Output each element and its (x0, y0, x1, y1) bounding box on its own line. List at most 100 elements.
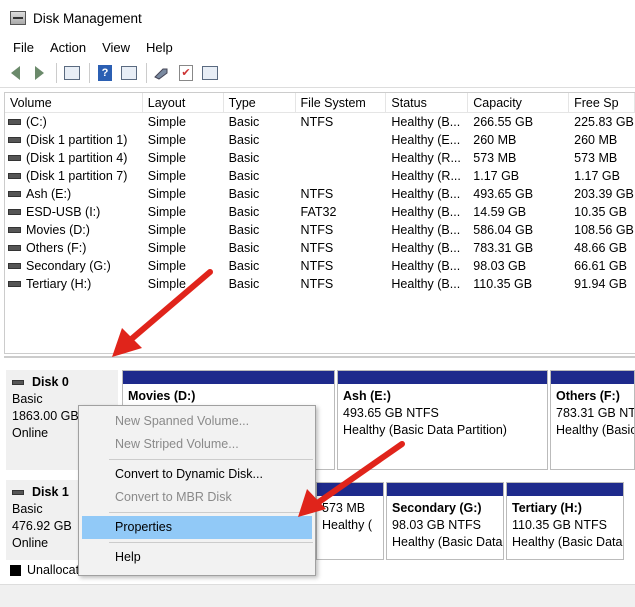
cell-type: Basic (228, 241, 260, 255)
cell-status: Healthy (E... (391, 133, 461, 147)
partition-stripe (387, 483, 503, 496)
cell-file-system: FAT32 (300, 205, 337, 219)
column-volume[interactable]: Volume (5, 93, 143, 112)
cell-file-system: NTFS (300, 187, 334, 201)
table-row[interactable]: Movies (D:) Simple Basic NTFS Healthy (B... 5… (5, 221, 635, 239)
menu-help[interactable]: Help (138, 40, 181, 55)
cell-layout: Simple (147, 115, 186, 129)
partition-stripe (317, 483, 383, 496)
partition-name: Movies (D:) (128, 389, 196, 403)
column-layout[interactable]: Layout (143, 93, 224, 112)
cell-file-system: NTFS (300, 277, 334, 291)
list-icon[interactable] (200, 63, 220, 83)
cell-capacity: 1.17 GB (473, 169, 520, 183)
table-row[interactable]: (Disk 1 partition 4) Simple Basic Healthy (… (5, 149, 635, 167)
column-file-system[interactable]: File System (296, 93, 387, 112)
volume-icon (8, 209, 21, 215)
menu-action[interactable]: Action (42, 40, 94, 55)
volume-name: (Disk 1 partition 1) (26, 133, 128, 147)
cell-free-space: 48.66 GB (574, 241, 627, 255)
partition-disk1-recovery[interactable]: 573 MB Healthy ( (316, 482, 384, 560)
cell-free-space: 573 MB (574, 151, 618, 165)
menu-separator (109, 459, 313, 460)
column-type[interactable]: Type (224, 93, 296, 112)
cell-file-system: NTFS (300, 241, 334, 255)
table-row[interactable]: (Disk 1 partition 1) Simple Basic Healthy (… (5, 131, 635, 149)
partition-stripe (551, 371, 634, 384)
menu-view[interactable]: View (94, 40, 138, 55)
table-row[interactable]: ESD-USB (I:) Simple Basic FAT32 Healthy (B..… (5, 203, 635, 221)
volume-name: (C:) (26, 115, 47, 129)
cell-volume: (Disk 1 partition 7) (5, 167, 143, 185)
menu-separator (109, 512, 313, 513)
title-bar: Disk Management (0, 0, 635, 36)
back-arrow-icon[interactable] (5, 63, 25, 83)
cell-file-system: NTFS (300, 223, 334, 237)
toolbar-separator (146, 62, 147, 83)
cell-status: Healthy (B... (391, 115, 461, 129)
disk-0-name-row: Disk 0 (12, 374, 112, 391)
partition-secondary[interactable]: Secondary (G:) 98.03 GB NTFS Healthy (Ba… (386, 482, 504, 560)
menu-file[interactable]: File (5, 40, 42, 55)
table-row[interactable]: Tertiary (H:) Simple Basic NTFS Healthy (B..… (5, 275, 635, 293)
cell-file-system (296, 149, 387, 167)
cell-volume: Tertiary (H:) (5, 275, 143, 293)
cell-volume: ESD-USB (I:) (5, 203, 143, 221)
cell-file-system: NTFS (300, 259, 334, 273)
cell-status: Healthy (B... (391, 223, 461, 237)
check-icon[interactable]: ✔ (176, 63, 196, 83)
disk-icon (12, 490, 24, 495)
table-row[interactable]: (Disk 1 partition 7) Simple Basic Healthy (… (5, 167, 635, 185)
cell-free-space: 1.17 GB (574, 169, 620, 183)
forward-arrow-icon[interactable] (29, 63, 49, 83)
console-tree-icon[interactable] (62, 63, 82, 83)
disk-0-name: Disk 0 (32, 375, 69, 389)
cell-capacity: 266.55 GB (473, 115, 534, 129)
partition-ash[interactable]: Ash (E:) 493.65 GB NTFS Healthy (Basic D… (337, 370, 548, 470)
column-status[interactable]: Status (386, 93, 469, 112)
menu-item-new-striped-volume[interactable]: New Striped Volume... (79, 433, 315, 456)
status-bar (0, 584, 635, 607)
partition-name: Tertiary (H:) (512, 501, 582, 515)
table-row[interactable]: Secondary (G:) Simple Basic NTFS Healthy (B.… (5, 257, 635, 275)
table-row[interactable]: Others (F:) Simple Basic NTFS Healthy (B... 7… (5, 239, 635, 257)
menu-item-convert-to-mbr-disk[interactable]: Convert to MBR Disk (79, 486, 315, 509)
cell-type: Basic (228, 169, 260, 183)
table-row[interactable]: Ash (E:) Simple Basic NTFS Healthy (B... 493.… (5, 185, 635, 203)
menu-item-properties[interactable]: Properties (82, 516, 312, 539)
menu-bar: File Action View Help (0, 36, 635, 58)
volume-rows: (C:) Simple Basic NTFS Healthy (B... 266.55 G… (5, 113, 635, 293)
cell-capacity: 110.35 GB (473, 277, 533, 291)
partition-others[interactable]: Others (F:) 783.31 GB NTFS Healthy (Basi… (550, 370, 635, 470)
menu-item-convert-to-dynamic-disk[interactable]: Convert to Dynamic Disk... (79, 463, 315, 486)
cell-layout: Simple (147, 205, 186, 219)
table-row[interactable]: (C:) Simple Basic NTFS Healthy (B... 266.55 G… (5, 113, 635, 131)
volume-name: (Disk 1 partition 7) (26, 169, 128, 183)
cell-status: Healthy (B... (391, 259, 461, 273)
menu-separator (109, 542, 313, 543)
volume-name: Ash (E:) (26, 187, 72, 201)
menu-item-help[interactable]: Help (79, 546, 315, 569)
volume-name: Secondary (G:) (26, 259, 111, 273)
help-icon[interactable]: ? (95, 63, 115, 83)
cell-layout: Simple (147, 259, 186, 273)
connect-icon[interactable] (152, 63, 172, 83)
partition-size: 110.35 GB NTFS (512, 518, 607, 532)
partition-size: 493.65 GB NTFS (343, 406, 439, 420)
partition-size: 573 MB (322, 501, 366, 515)
partition-tertiary[interactable]: Tertiary (H:) 110.35 GB NTFS Healthy (Ba… (506, 482, 624, 560)
cell-layout: Simple (147, 223, 186, 237)
cell-capacity: 14.59 GB (473, 205, 527, 219)
column-free-space[interactable]: Free Sp (569, 93, 635, 112)
cell-volume: (Disk 1 partition 4) (5, 149, 143, 167)
cell-layout: Simple (147, 277, 186, 291)
cell-capacity: 783.31 GB (473, 241, 534, 255)
unallocated-swatch (10, 564, 21, 576)
cell-type: Basic (228, 205, 260, 219)
menu-item-new-spanned-volume[interactable]: New Spanned Volume... (79, 410, 315, 433)
properties-icon[interactable] (119, 63, 139, 83)
cell-free-space: 91.94 GB (574, 277, 627, 291)
column-capacity[interactable]: Capacity (468, 93, 570, 112)
cell-layout: Simple (147, 133, 186, 147)
cell-file-system (296, 131, 387, 149)
